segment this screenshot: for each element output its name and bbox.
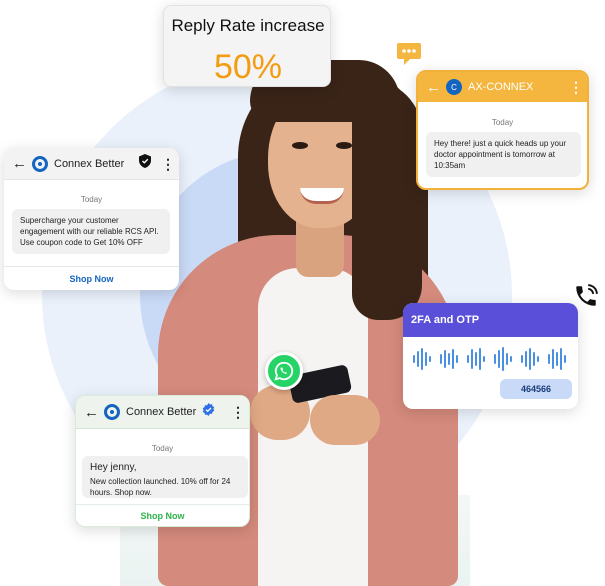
back-arrow-icon[interactable]: ← bbox=[12, 155, 30, 172]
message-bubble: Supercharge your customer engagement wit… bbox=[12, 209, 170, 254]
right-eye bbox=[336, 142, 352, 149]
back-arrow-icon[interactable]: ← bbox=[84, 404, 102, 421]
otp-card: 2FA and OTP 464566 bbox=[403, 303, 578, 409]
chat-header: ← Connex Better ⋮ bbox=[76, 396, 249, 429]
rcs-message-card-connex: ← Connex Better ⋮ Today Supercharge your… bbox=[4, 148, 179, 290]
sender-name: AX-CONNEX bbox=[468, 81, 534, 93]
reply-rate-card: Reply Rate increase 50% bbox=[163, 5, 331, 87]
connex-logo-icon bbox=[32, 155, 48, 172]
chat-header: ← C AX-CONNEX ⋮ bbox=[418, 72, 587, 102]
otp-code: 464566 bbox=[500, 379, 572, 399]
divider bbox=[4, 266, 179, 267]
sender-avatar: C bbox=[446, 79, 462, 95]
more-vert-icon[interactable]: ⋮ bbox=[161, 157, 175, 171]
shop-now-button[interactable]: Shop Now bbox=[76, 511, 249, 521]
whatsapp-icon bbox=[265, 352, 303, 390]
date-label: Today bbox=[151, 444, 174, 453]
rcs-message-card-connex-verified: ← Connex Better ⋮ Today Hey jenny, New c… bbox=[75, 395, 250, 527]
right-hand bbox=[310, 395, 380, 445]
connex-logo-icon bbox=[104, 404, 120, 420]
hair-side bbox=[352, 80, 422, 320]
reply-rate-value: 50% bbox=[213, 48, 283, 86]
message-bubble: Hey there! just a quick heads up your do… bbox=[426, 132, 581, 177]
back-arrow-icon[interactable]: ← bbox=[426, 79, 444, 96]
date-label: Today bbox=[491, 118, 514, 127]
rcs-message-card-ax-connex: ← C AX-CONNEX ⋮ Today Hey there! just a … bbox=[416, 70, 589, 190]
date-label: Today bbox=[80, 195, 103, 204]
sender-name: Connex Better bbox=[126, 406, 197, 418]
sender-name: Connex Better bbox=[54, 157, 125, 170]
chat-header: ← Connex Better ⋮ bbox=[4, 148, 179, 180]
chat-bubble-icon bbox=[396, 42, 422, 71]
verified-badge-icon bbox=[202, 403, 231, 421]
left-eye bbox=[292, 142, 308, 149]
message-text: New collection launched. 10% off for 24 … bbox=[90, 477, 231, 497]
message-greeting: Hey jenny, bbox=[90, 462, 137, 473]
divider bbox=[76, 504, 249, 505]
shop-now-button[interactable]: Shop Now bbox=[4, 274, 179, 284]
shield-icon bbox=[139, 154, 151, 173]
audio-wave-icon bbox=[413, 347, 566, 371]
more-vert-icon[interactable]: ⋮ bbox=[231, 405, 245, 419]
message-bubble: Hey jenny, New collection launched. 10% … bbox=[82, 456, 248, 498]
reply-rate-label: Reply Rate increase bbox=[171, 16, 325, 35]
more-vert-icon[interactable]: ⋮ bbox=[569, 80, 583, 94]
otp-title: 2FA and OTP bbox=[403, 303, 578, 337]
